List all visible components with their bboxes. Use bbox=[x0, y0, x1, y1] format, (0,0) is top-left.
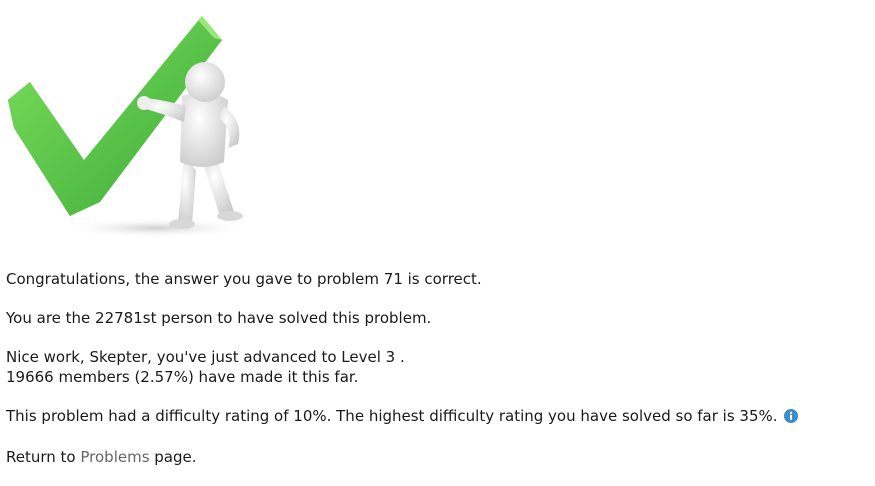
level-up-block: Nice work, Skepter, you've just advanced… bbox=[6, 347, 866, 387]
return-line: Return to Problems page. bbox=[6, 447, 866, 467]
result-message: Congratulations, the answer you gave to … bbox=[6, 269, 866, 486]
solver-rank-text: You are the 22781st person to have solve… bbox=[6, 309, 432, 327]
level-stats-text: 19666 members (2.57%) have made it this … bbox=[6, 368, 359, 386]
level-up-text: Nice work, Skepter, you've just advanced… bbox=[6, 348, 405, 366]
success-illustration bbox=[8, 16, 251, 238]
problems-link[interactable]: Problems bbox=[80, 448, 149, 466]
return-prefix: Return to bbox=[6, 448, 81, 466]
difficulty-text: This problem had a difficulty rating of … bbox=[6, 407, 778, 425]
difficulty-line: This problem had a difficulty rating of … bbox=[6, 406, 866, 428]
info-icon[interactable] bbox=[783, 408, 798, 428]
return-suffix: page. bbox=[149, 448, 197, 466]
correct-answer-text: Congratulations, the answer you gave to … bbox=[6, 270, 482, 288]
